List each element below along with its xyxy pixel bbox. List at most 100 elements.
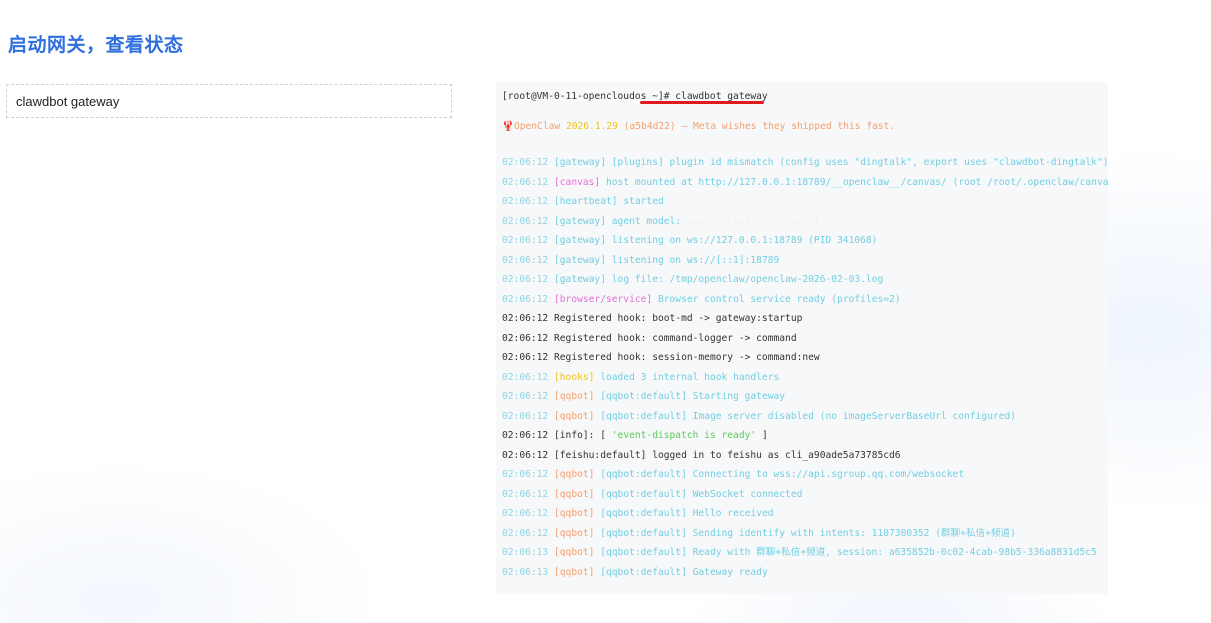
- log-line: 02:06:12 [feishu:default] logged in to f…: [502, 446, 1108, 466]
- log-message: Browser control service ready (profiles=…: [657, 293, 901, 305]
- log-line: 02:06:13 [qqbot] [qqbot:default] Ready w…: [502, 543, 1108, 563]
- log-timestamp: 02:06:13: [502, 566, 549, 578]
- log-tag: [gateway]: [554, 215, 606, 227]
- log-message: [plugins] plugin id mismatch (config use…: [611, 157, 1108, 168]
- log-timestamp: 02:06:12: [502, 527, 549, 539]
- log-timestamp: 02:06:12: [502, 254, 549, 266]
- log-message: loaded 3 internal hook handlers: [600, 371, 780, 383]
- log-message: host mounted at http://127.0.0.1:18789/_…: [606, 176, 1108, 188]
- log-timestamp: 02:06:12: [502, 371, 549, 383]
- log-tag: [qqbot]: [554, 508, 595, 519]
- log-tag: [qqbot]: [554, 410, 595, 422]
- log-message: started: [623, 196, 664, 207]
- log-timestamp: 02:06:12: [502, 469, 549, 480]
- log-line: 02:06:12 [gateway] [plugins] plugin id m…: [502, 153, 1108, 173]
- log-tag: [feishu:default]: [554, 449, 647, 461]
- log-message: log file: /tmp/openclaw/openclaw-2026-02…: [611, 274, 884, 285]
- log-line: 02:06:12 [gateway] agent model: qwen-por…: [502, 212, 1108, 232]
- log-tag: [gateway]: [554, 274, 606, 285]
- openclaw-banner: 🦞OpenClaw 2026.1.29 (a5b4d22) — Meta wis…: [502, 117, 1108, 137]
- log-line: 02:06:12 [canvas] host mounted at http:/…: [502, 173, 1108, 193]
- log-timestamp: 02:06:12: [502, 508, 549, 519]
- log-tag: [qqbot]: [554, 527, 595, 539]
- command-code-block[interactable]: clawdbot gateway: [6, 84, 452, 118]
- log-line: 02:06:12 [qqbot] [qqbot:default] Image s…: [502, 407, 1108, 427]
- log-message: Registered hook: boot-md -> gateway:star…: [554, 313, 803, 324]
- log-line: 02:06:12 [hooks] loaded 3 internal hook …: [502, 368, 1108, 388]
- log-message: [qqbot:default] Gateway ready: [600, 566, 768, 578]
- log-timestamp: 02:06:12: [502, 176, 549, 188]
- log-tag: [canvas]: [554, 176, 601, 188]
- banner-app-name: OpenClaw: [513, 120, 561, 132]
- terminal-prompt-line: [root@VM-0-11-opencloudos ~]# clawdbot g…: [502, 87, 1108, 107]
- log-timestamp: 02:06:12: [502, 352, 549, 363]
- log-tag: [gateway]: [554, 235, 606, 246]
- log-timestamp: 02:06:13: [502, 547, 549, 558]
- log-timestamp: 02:06:12: [502, 274, 549, 285]
- banner-tagline: — Meta wishes they shipped this fast.: [681, 120, 896, 132]
- log-tag: [heartbeat]: [554, 196, 618, 207]
- log-timestamp: 02:06:12: [502, 430, 549, 441]
- log-message: [qqbot:default] Connecting to wss://api.…: [600, 469, 965, 480]
- log-message: [qqbot:default] WebSocket connected: [600, 488, 803, 500]
- log-line: 02:06:12 [info]: [ 'event-dispatch is re…: [502, 426, 1108, 446]
- log-line: 02:06:12 [qqbot] [qqbot:default] Hello r…: [502, 504, 1108, 524]
- log-message: logged in to feishu as cli_a90ade5a73785…: [652, 449, 901, 461]
- log-message: listening on ws://[::1]:18789: [611, 254, 780, 266]
- log-message: [qqbot:default] Starting gateway: [600, 391, 786, 402]
- log-suffix: ]: [756, 430, 768, 441]
- command-underline-annotation: [640, 101, 764, 104]
- log-message: [qqbot:default] Image server disabled (n…: [600, 410, 1017, 422]
- log-tag: [gateway]: [554, 254, 606, 266]
- log-model-value: qwen-portal/coder-model: [686, 215, 820, 227]
- log-timestamp: 02:06:12: [502, 332, 549, 344]
- log-line: 02:06:13 [qqbot] [qqbot:default] Gateway…: [502, 563, 1108, 583]
- log-tag: [qqbot]: [554, 391, 595, 402]
- log-message: agent model:: [611, 215, 682, 227]
- log-lines: 02:06:12 [gateway] [plugins] plugin id m…: [502, 153, 1108, 582]
- log-tag: [qqbot]: [554, 488, 595, 500]
- log-timestamp: 02:06:12: [502, 313, 549, 324]
- log-tag: [qqbot]: [554, 469, 595, 480]
- log-timestamp: 02:06:12: [502, 235, 549, 246]
- log-timestamp: 02:06:12: [502, 196, 549, 207]
- log-timestamp: 02:06:12: [502, 391, 549, 402]
- log-line: 02:06:12 Registered hook: session-memory…: [502, 348, 1108, 368]
- log-line: 02:06:12 [gateway] log file: /tmp/opencl…: [502, 270, 1108, 290]
- section-title: 启动网关，查看状态: [8, 35, 184, 56]
- log-message: Registered hook: command-logger -> comma…: [554, 332, 797, 344]
- log-timestamp: 02:06:12: [502, 157, 549, 168]
- log-line: 02:06:12 [qqbot] [qqbot:default] WebSock…: [502, 485, 1108, 505]
- log-message: listening on ws://127.0.0.1:18789 (PID 3…: [611, 235, 878, 246]
- log-line: 02:06:12 [qqbot] [qqbot:default] Connect…: [502, 465, 1108, 485]
- log-timestamp: 02:06:12: [502, 488, 549, 500]
- log-timestamp: 02:06:12: [502, 293, 549, 305]
- command-text: clawdbot gateway: [16, 93, 120, 109]
- log-message: 'event-dispatch is ready': [611, 430, 757, 441]
- log-line: 02:06:12 Registered hook: command-logger…: [502, 329, 1108, 349]
- log-tag: [browser/service]: [554, 293, 653, 305]
- log-message: [qqbot:default] Hello received: [600, 508, 774, 519]
- log-timestamp: 02:06:12: [502, 449, 549, 461]
- log-timestamp: 02:06:12: [502, 215, 549, 227]
- log-message: Registered hook: session-memory -> comma…: [554, 352, 820, 363]
- log-line: 02:06:12 [gateway] listening on ws://[::…: [502, 251, 1108, 271]
- log-line: 02:06:12 [qqbot] [qqbot:default] Startin…: [502, 387, 1108, 407]
- terminal-cursor-line: [502, 582, 1108, 594]
- log-message: [qqbot:default] Ready with 群聊+私信+频道, ses…: [600, 547, 1097, 558]
- log-message: [qqbot:default] Sending identify with in…: [600, 527, 1016, 539]
- log-tag: [qqbot]: [554, 566, 595, 578]
- log-line: 02:06:12 [gateway] listening on ws://127…: [502, 231, 1108, 251]
- log-line: 02:06:12 Registered hook: boot-md -> gat…: [502, 309, 1108, 329]
- log-tag: [qqbot]: [554, 547, 595, 558]
- log-tag: [gateway]: [554, 157, 606, 168]
- log-line: 02:06:12 [qqbot] [qqbot:default] Sending…: [502, 524, 1108, 544]
- banner-build: (a5b4d22): [623, 120, 676, 132]
- banner-version: 2026.1.29: [565, 120, 618, 132]
- terminal-screenshot: [root@VM-0-11-opencloudos ~]# clawdbot g…: [496, 82, 1108, 594]
- log-tag: [info]: [: [554, 430, 606, 441]
- log-line: 02:06:12 [browser/service] Browser contr…: [502, 290, 1108, 310]
- log-timestamp: 02:06:12: [502, 410, 549, 422]
- lobster-icon: 🦞: [502, 120, 514, 132]
